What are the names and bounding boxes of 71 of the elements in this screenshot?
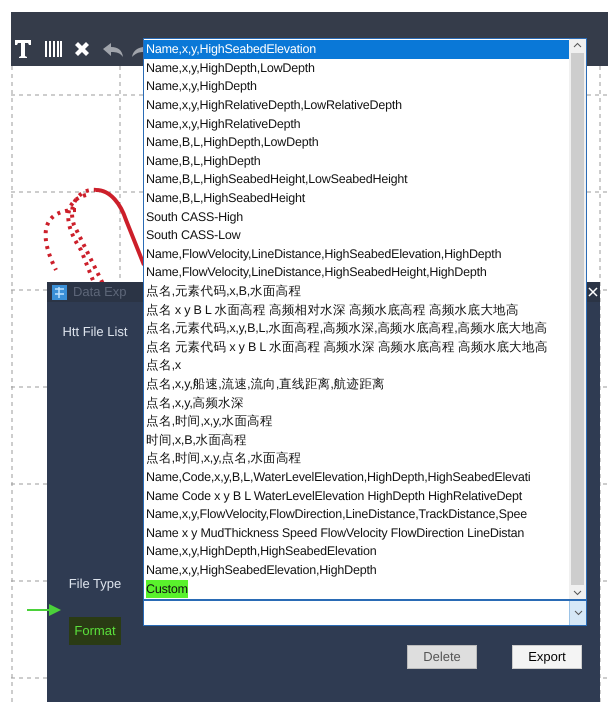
list-item[interactable]: 点名,x: [144, 356, 569, 375]
list-item[interactable]: Name,x,y,HighDepth,HighSeabedElevation: [144, 542, 569, 561]
list-item[interactable]: Name,x,y,HighSeabedElevation: [144, 40, 569, 59]
item-text: Name,x,y,HighDepth,HighSeabedElevation: [146, 543, 376, 560]
item-text: Name,B,L,HighSeabedHeight: [146, 190, 305, 208]
dialog-button[interactable]: Export: [512, 645, 582, 669]
pointer-arrow-icon: [26, 603, 62, 617]
list-item[interactable]: 点名,元素代码,x,B,水面高程: [144, 282, 569, 300]
list-item[interactable]: Name,x,y,HighDepth,LowDepth: [144, 58, 569, 78]
item-text: 点名,x,y,高频水深: [146, 394, 244, 412]
dropdown-button[interactable]: [569, 601, 586, 625]
item-text: Name,x,y,HighSeabedElevation,HighDepth: [146, 562, 376, 579]
item-text: Name,B,L,HighDepth: [146, 152, 261, 170]
list-item[interactable]: Name,x,y,HighRelativeDepth: [144, 114, 569, 133]
list-item[interactable]: 时间,x,B,水面高程: [144, 430, 569, 450]
list-item[interactable]: 点名,时间,x,y,水面高程: [144, 412, 569, 430]
list-item[interactable]: Name x y MudThickness Speed FlowVelocity FlowDirection LineDistan: [144, 523, 569, 542]
item-text: 点名 x y B L 水面高程 高频相对水深 高频水底高程 高频水底大地高: [146, 302, 519, 319]
item-text: Name,x,y,HighSeabedElevation: [146, 41, 316, 58]
item-text: Name,B,L,HighDepth,LowDepth: [146, 134, 318, 152]
list-item[interactable]: Custom: [144, 579, 569, 598]
list-item[interactable]: Name,B,L,HighDepth: [144, 152, 569, 170]
item-text: Name,x,y,HighRelativeDepth,LowRelativeDepth: [146, 97, 402, 114]
item-text: Name,x,y,HighDepth,LowDepth: [146, 60, 315, 77]
item-text: Name,FlowVelocity,LineDistance,HighSeabedElevation,HighDepth: [146, 246, 502, 263]
app-logo-icon: [52, 284, 67, 300]
list-item[interactable]: Name,B,L,HighSeabedHeight: [144, 188, 569, 208]
close-button[interactable]: [588, 286, 598, 298]
item-text: Name,x,y,HighDepth: [146, 78, 257, 96]
list-item[interactable]: Name,FlowVelocity,LineDistance,HighSeabedHeight,HighDepth: [144, 263, 569, 282]
list-item[interactable]: Name Code x y B L WaterLevelElevation HighDepth HighRelativeDept: [144, 486, 569, 505]
close-icon[interactable]: [73, 40, 91, 58]
item-text: 时间,x,B,水面高程: [146, 432, 247, 449]
list-item[interactable]: 点名,时间,x,y,点名,水面高程: [144, 449, 569, 468]
field-label: Htt File List: [62, 323, 128, 341]
scrollbar[interactable]: [569, 39, 586, 599]
list-item[interactable]: 点名,x,y,高频水深: [144, 393, 569, 412]
item-text: 点名,x: [146, 357, 181, 374]
list-item[interactable]: Name,Code,x,y,B,L,WaterLevelElevation,HighDepth,HighSeabedElevati: [144, 468, 569, 486]
text-tool-icon[interactable]: [14, 39, 32, 59]
item-text: 点名,x,y,船速,流速,流向,直线距离,航迹距离: [146, 376, 385, 393]
list-item[interactable]: Name,FlowVelocity,LineDistance,HighSeabedElevation,HighDepth: [144, 244, 569, 264]
chevron-down-icon: [574, 610, 582, 616]
item-text: Custom: [146, 580, 188, 598]
list-item[interactable]: Name,x,y,FlowVelocity,FlowDirection,LineDistance,TrackDistance,Spee: [144, 504, 569, 524]
list-item[interactable]: 点名,x,y,船速,流速,流向,直线距离,航迹距离: [144, 374, 569, 394]
list-item[interactable]: South CASS-High: [144, 207, 569, 226]
item-text: Name,x,y,FlowVelocity,FlowDirection,LineDistance,TrackDistance,Spee: [146, 506, 527, 524]
list-item[interactable]: Name,x,y,HighSeabedElevation,HighDepth: [144, 560, 569, 580]
field-label: File Type: [68, 574, 122, 593]
item-text: Name,B,L,HighSeabedHeight,LowSeabedHeight: [146, 171, 408, 188]
item-text: 点名,时间,x,y,水面高程: [146, 413, 273, 430]
list-item[interactable]: Name,x,y,HighRelativeDepth,LowRelativeDepth: [144, 96, 569, 114]
field-label: Format: [69, 617, 121, 644]
item-text: 点名,元素代码,x,B,水面高程: [146, 283, 302, 300]
item-text: Name x y MudThickness Speed FlowVelocity FlowDirection LineDistan: [146, 524, 524, 542]
list-item[interactable]: 点名 x y B L 水面高程 高频相对水深 高频水底高程 高频水底大地高: [144, 300, 569, 319]
format-field[interactable]: [143, 600, 587, 626]
columns-icon[interactable]: [44, 40, 62, 58]
item-text: South CASS-High: [146, 208, 244, 226]
item-text: Name Code x y B L WaterLevelElevation HighDepth HighRelativeDept: [146, 488, 522, 505]
item-text: Name,FlowVelocity,LineDistance,HighSeabedHeight,HighDepth: [146, 264, 487, 282]
undo-icon[interactable]: [102, 42, 124, 58]
list-item[interactable]: Name,B,L,HighDepth,LowDepth: [144, 132, 569, 152]
item-text: Name,x,y,HighRelativeDepth: [146, 116, 300, 133]
item-text: 点名,时间,x,y,点名,水面高程: [146, 450, 302, 468]
list-item[interactable]: Name,B,L,HighSeabedHeight,LowSeabedHeight: [144, 170, 569, 189]
list-item[interactable]: Name,x,y,HighDepth: [144, 77, 569, 96]
item-text: South CASS-Low: [146, 227, 240, 244]
item-text: Name,Code,x,y,B,L,WaterLevelElevation,HighDepth,HighSeabedElevati: [146, 468, 530, 486]
list-item[interactable]: South CASS-Low: [144, 226, 569, 245]
